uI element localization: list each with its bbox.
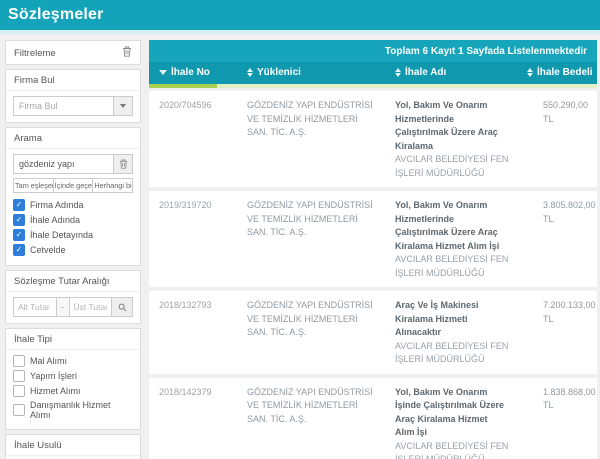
column-header-ihale-bedeli[interactable]: İhale Bedeli [517,67,597,78]
checkbox-hizmet-alimi[interactable]: Hizmet Alımı [13,385,133,397]
result-summary: Toplam 6 Kayıt 1 Sayfada Listelenmektedi… [384,46,587,57]
ihale-adi-cell: Yol, Bakım Ve Onarım Hizmetlerinde Çalış… [395,200,509,278]
checkbox-cetvelde[interactable]: Cetvelde [13,244,133,256]
checkbox-ihale-adinda[interactable]: İhale Adında [13,214,133,226]
page-title: Sözleşmeler [8,6,104,23]
ihale-adi-cell: Yol, Bakım Ve Onarım Hizmetlerinde Çalış… [395,100,509,178]
tutar-araligi-label: Sözleşme Tutar Aralığı [14,276,110,287]
table-row[interactable]: 2019/319720 GÖZDENİZ YAPI ENDÜSTRİSİ VE … [149,191,597,287]
table-row[interactable]: 2018/132793 GÖZDENİZ YAPI ENDÜSTRİSİ VE … [149,291,597,374]
table-row[interactable]: 2018/142379 GÖZDENİZ YAPI ENDÜSTRİSİ VE … [149,377,597,459]
checkbox-yapim-isleri[interactable]: Yapım İşleri [13,370,133,382]
min-amount-input[interactable] [13,297,57,317]
sorted-column-indicator [149,84,597,88]
ihale-bedeli-cell: 3.805.802,00 TL [543,200,596,224]
firma-bul-select[interactable] [13,96,113,116]
unchecked-checkbox-icon [13,370,25,382]
results-table-body: 2020/704596 GÖZDENİZ YAPI ENDÜSTRİSİ VE … [149,91,597,459]
sort-icon [247,68,253,77]
ihale-no-cell: 2020/704596 [159,100,212,110]
unchecked-checkbox-icon [13,404,25,416]
yuklenici-cell: GÖZDENİZ YAPI ENDÜSTRİSİ VE TEMİZLİK HİZ… [247,386,373,424]
range-separator: - [56,297,69,317]
sort-icon [527,68,533,77]
panel-ihale-tipi: İhale Tipi Mal Alımı Yapım İşleri Hizmet… [5,328,141,430]
checkbox-mal-alimi[interactable]: Mal Alımı [13,355,133,367]
table-row[interactable]: 2020/704596 GÖZDENİZ YAPI ENDÜSTRİSİ VE … [149,91,597,187]
search-icon[interactable] [112,297,133,317]
arama-label: Arama [14,133,42,144]
max-amount-input[interactable] [68,297,112,317]
panel-firma-bul: Firma Bul [5,69,141,123]
search-scope-checkboxes: Firma Adında İhale Adında İhale Detayınd… [13,199,133,256]
ihale-bedeli-cell: 1.838.868,00 TL [543,386,596,411]
checkbox-danismanlik-hizmet-alimi[interactable]: Danışmanlık Hizmet Alımı [13,400,133,420]
match-option-tam-eslesen[interactable]: Tam eşleşen [13,178,54,193]
checked-checkbox-icon [13,244,25,256]
checkbox-firma-adinda[interactable]: Firma Adında [13,199,133,211]
app-header: Sözleşmeler [0,0,600,30]
ihale-bedeli-cell: 7.200.133,00 TL [543,300,596,324]
filter-sidebar: Filtreleme Firma Bul Firma Bul Arama göz… [5,40,141,459]
trash-icon[interactable] [122,46,132,60]
ihale-adi-cell: Yol, Bakım Ve Onarım İşinde Çalıştırılma… [395,386,509,459]
panel-filtreleme: Filtreleme [5,40,141,65]
filter-header-label: Filtreleme [14,47,56,59]
chevron-down-icon[interactable] [113,96,133,116]
results-area: Toplam 6 Kayıt 1 Sayfada Listelenmektedi… [149,40,597,459]
panel-ihale-usulu: İhale Usulü Açık İhale Pazarlık Doğrudan… [5,434,141,459]
ihale-usulu-label: İhale Usulü [14,440,62,451]
ihale-no-cell: 2018/142379 [159,386,212,397]
search-input[interactable] [13,154,113,174]
checkbox-ihale-detayinda[interactable]: İhale Detayında [13,229,133,241]
column-header-yuklenici[interactable]: Yüklenici [237,67,385,78]
match-option-herhangi-biri[interactable]: Herhangi biri [93,178,134,193]
checked-checkbox-icon [13,229,25,241]
ihale-tipi-label: İhale Tipi [14,334,53,345]
checked-checkbox-icon [13,214,25,226]
yuklenici-cell: GÖZDENİZ YAPI ENDÜSTRİSİ VE TEMİZLİK HİZ… [247,100,373,137]
checked-checkbox-icon [13,199,25,211]
ihale-no-cell: 2019/319720 [159,200,212,210]
column-header-ihale-adi[interactable]: İhale Adı [385,67,517,78]
sort-icon [395,68,401,77]
unchecked-checkbox-icon [13,385,25,397]
ihale-bedeli-cell: 550.290,00 TL [543,100,589,124]
match-mode-buttons: Tam eşleşen İçinde geçen Herhangi biri [13,178,134,193]
app-window: Sözleşmeler Filtreleme Firma Bul Firma B… [0,0,600,459]
ihale-no-cell: 2018/132793 [159,300,212,310]
column-header-ihale-no[interactable]: İhale No [149,67,237,78]
panel-arama: Arama Tam eşleşen İçinde geçen Herhangi … [5,127,141,266]
firma-bul-label: Firma Bul [14,75,55,86]
match-option-icinde-gecen[interactable]: İçinde geçen [53,178,94,193]
sort-desc-icon [159,70,167,75]
panel-tutar-araligi: Sözleşme Tutar Aralığı - [5,270,141,324]
ihale-adi-cell: Araç Ve İş Makinesi Kiralama Hizmeti Alı… [395,300,509,364]
table-header: Toplam 6 Kayıt 1 Sayfada Listelenmektedi… [149,40,597,88]
yuklenici-cell: GÖZDENİZ YAPI ENDÜSTRİSİ VE TEMİZLİK HİZ… [247,300,373,337]
yuklenici-cell: GÖZDENİZ YAPI ENDÜSTRİSİ VE TEMİZLİK HİZ… [247,200,373,237]
unchecked-checkbox-icon [13,355,25,367]
clear-search-trash-icon[interactable] [113,154,133,174]
